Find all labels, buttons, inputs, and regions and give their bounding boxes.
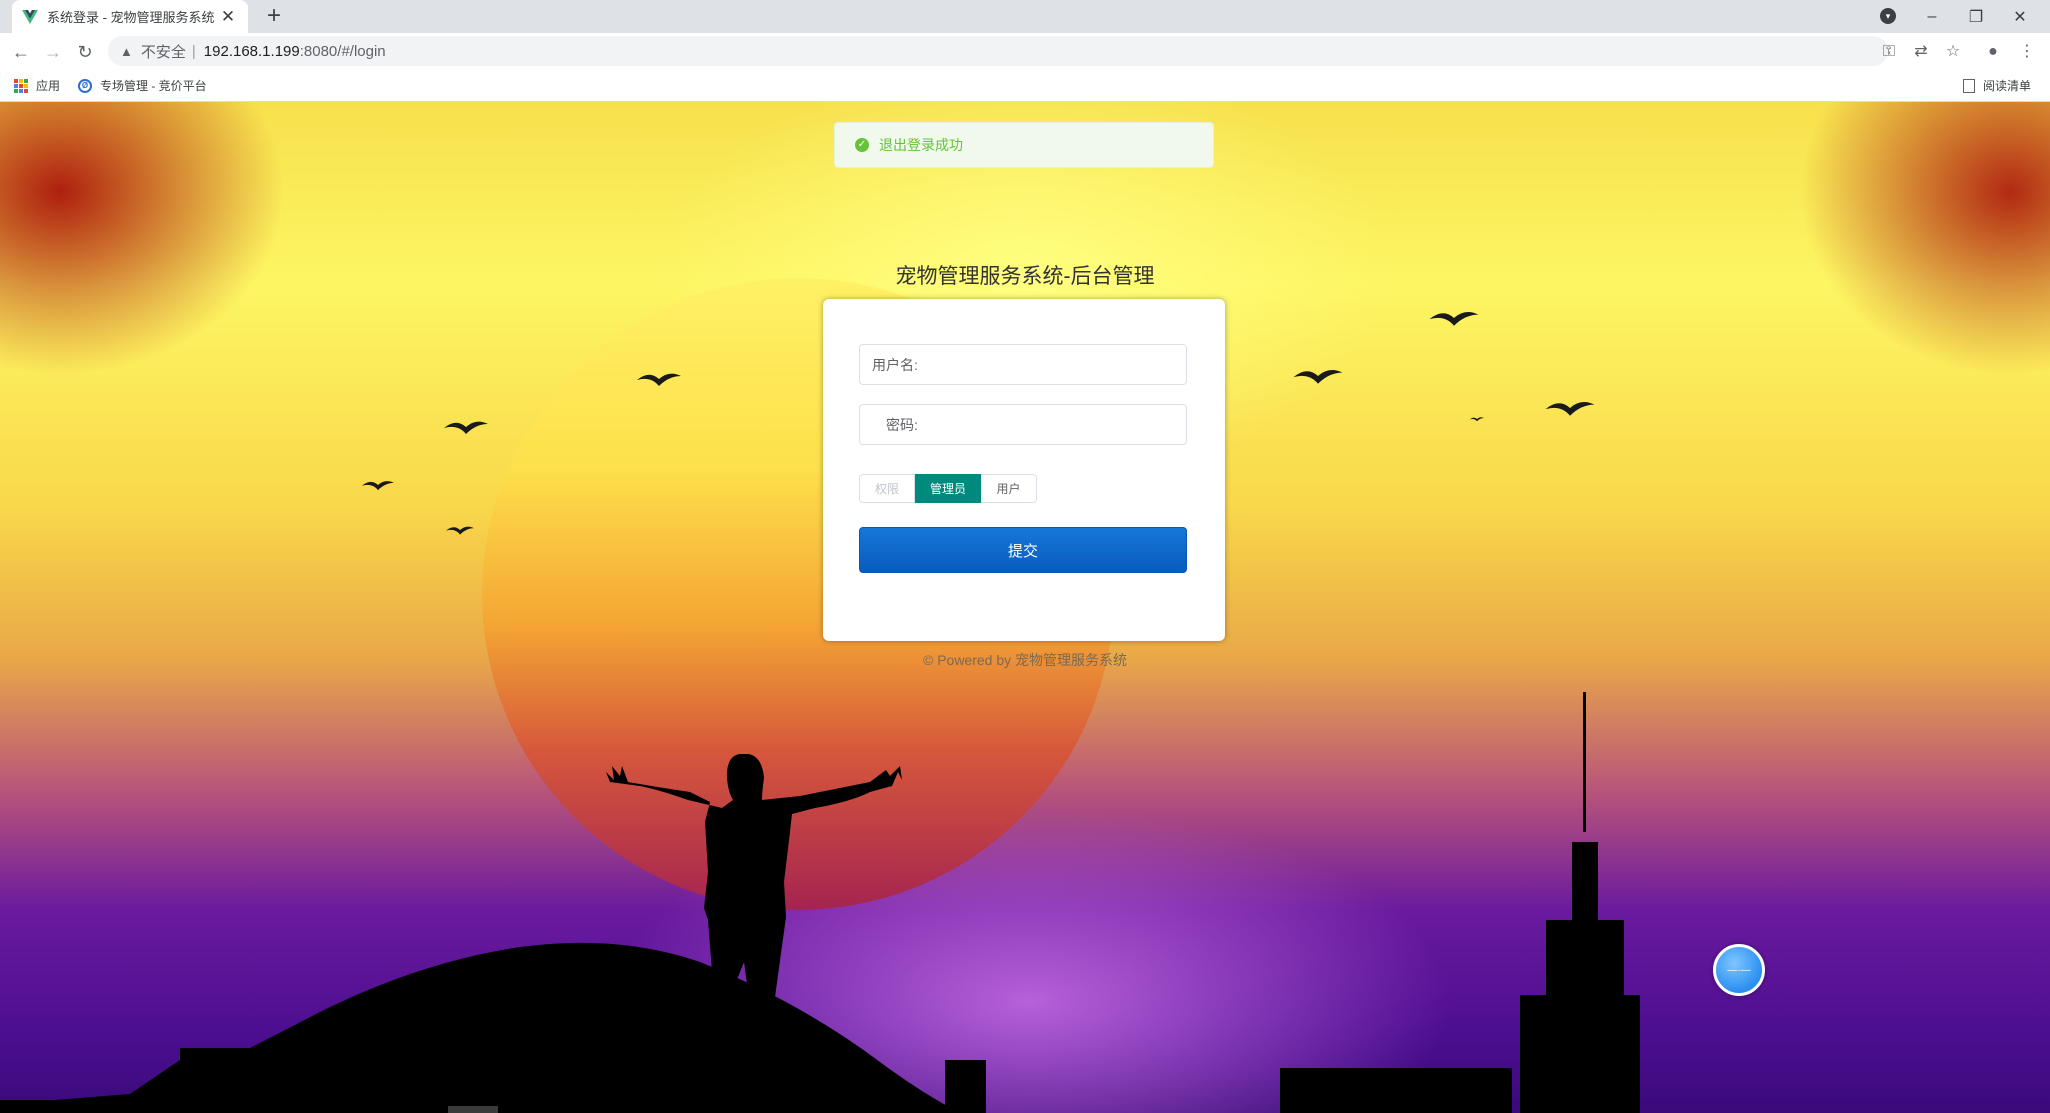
success-toast: ✓ 退出登录成功 [834, 122, 1214, 168]
password-field[interactable]: 密码: [859, 404, 1187, 445]
close-window-icon[interactable]: ✕ [1998, 7, 2042, 27]
role-radio-group: 权限 管理员 用户 [859, 474, 1037, 503]
browser-toolbar: ← → ↻ ▲ 不安全 | 192.168.1.199 :8080/#/logi… [0, 33, 2050, 69]
role-option-permission[interactable]: 权限 [859, 474, 915, 503]
username-label: 用户名: [872, 356, 918, 373]
browser-tab-bar: 系统登录 - 宠物管理服务系统 ✕ + ▾ – ❐ ✕ [0, 0, 2050, 33]
back-icon[interactable]: ← [8, 39, 34, 65]
bookmark-label: 专场管理 - 竞价平台 [100, 79, 207, 93]
new-tab-button[interactable]: + [260, 3, 288, 31]
vue-logo-icon [22, 9, 38, 24]
bookmark-site-icon: Ø [78, 78, 92, 93]
login-form: 用户名: 密码: 权限 管理员 用户 提交 [823, 299, 1225, 641]
toast-message: 退出登录成功 [879, 137, 963, 153]
url-host: 192.168.1.199 [203, 42, 300, 60]
floating-assistant-button[interactable]: —·— [1713, 944, 1765, 996]
key-icon[interactable]: ⚿ [1876, 39, 1902, 65]
menu-icon[interactable]: ⋮ [2014, 39, 2040, 65]
page-background: ✓ 退出登录成功 宠物管理服务系统-后台管理 用户名: 密码: 权限 管理员 用… [0, 102, 2050, 1113]
reload-icon[interactable]: ↻ [72, 39, 98, 65]
bookmarks-bar: 应用 Ø 专场管理 - 竞价平台 阅读清单 [0, 69, 2050, 102]
role-option-admin[interactable]: 管理员 [915, 474, 981, 503]
url-path: :8080/#/login [299, 42, 386, 60]
bookmark-auction[interactable]: Ø 专场管理 - 竞价平台 [78, 77, 207, 94]
warning-icon: ▲ [120, 43, 133, 59]
bookmark-star-icon[interactable]: ☆ [1940, 39, 1966, 65]
translate-icon[interactable]: ⇄ [1908, 39, 1934, 65]
page-title: 宠物管理服务系统-后台管理 [895, 265, 1155, 288]
address-bar[interactable]: ▲ 不安全 | 192.168.1.199 :8080/#/login [108, 36, 1888, 66]
browser-tab[interactable]: 系统登录 - 宠物管理服务系统 ✕ [12, 0, 248, 33]
password-label: 密码: [886, 416, 918, 433]
role-option-user[interactable]: 用户 [981, 474, 1037, 503]
window-controls: – ❐ ✕ [1910, 0, 2042, 33]
bookmark-label: 应用 [36, 79, 61, 93]
reading-list[interactable]: 阅读清单 [1963, 77, 2031, 94]
powered-by-footer: © Powered by 宠物管理服务系统 [0, 650, 2050, 670]
tab-search-icon[interactable]: ▾ [1880, 8, 1896, 24]
powered-prefix: © Powered by [922, 652, 1016, 668]
reading-list-icon [1963, 78, 1975, 93]
address-separator: | [191, 42, 196, 60]
reading-list-label: 阅读清单 [1983, 79, 2032, 93]
password-input[interactable] [917, 405, 1186, 444]
minimize-icon[interactable]: – [1910, 8, 1954, 26]
username-field[interactable]: 用户名: [859, 344, 1187, 385]
powered-name: 宠物管理服务系统 [1015, 652, 1128, 668]
bookmark-apps[interactable]: 应用 [14, 77, 60, 94]
submit-button[interactable]: 提交 [859, 527, 1187, 573]
restore-icon[interactable]: ❐ [1954, 7, 1998, 27]
username-input[interactable] [917, 345, 1186, 384]
check-circle-icon: ✓ [855, 138, 869, 152]
apps-grid-icon [14, 78, 28, 93]
tab-title: 系统登录 - 宠物管理服务系统 [47, 10, 215, 25]
tab-close-icon[interactable]: ✕ [218, 7, 238, 27]
floating-ball-icon: —·— [1727, 964, 1751, 976]
security-label: 不安全 [140, 43, 186, 61]
profile-icon[interactable]: ● [1980, 39, 2006, 65]
forward-icon[interactable]: → [40, 39, 66, 65]
